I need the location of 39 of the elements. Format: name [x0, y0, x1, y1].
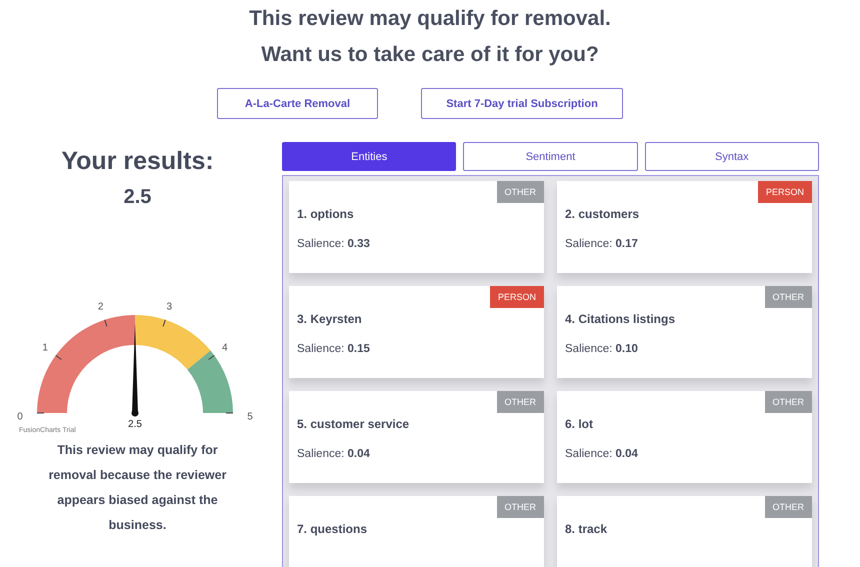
entity-type-tag: OTHER [496, 181, 544, 203]
heading-text: Want us to take care of it for you? [260, 42, 600, 68]
heading-text: This review may qualify for removal. [248, 6, 612, 32]
gauge-value: 2.5 [128, 419, 142, 430]
action-button[interactable]: Start 7-Day trial Subscription [421, 88, 623, 119]
gauge-tick-label: 0 [17, 412, 23, 422]
entity-name: 7. questions [297, 522, 368, 536]
verdict-text: This review may qualify for removal because the reviewer appears biased against the business. [48, 442, 228, 534]
entity-name: 8. track [565, 522, 608, 536]
entity-type-tag: PERSON [758, 181, 812, 203]
salience-text: Salience: 0.33 [297, 238, 370, 250]
tab[interactable]: Entities [282, 142, 456, 171]
entity-name: 6. lot [565, 417, 594, 431]
entity-name: 2. customers [565, 207, 640, 221]
salience-text: Salience: 0.04 [565, 448, 638, 460]
salience-text: Salience: 0.17 [565, 238, 638, 250]
entity-type-tag: OTHER [496, 496, 544, 518]
gauge-tick-label: 5 [247, 412, 253, 422]
entity-type-tag: OTHER [764, 391, 812, 413]
gauge-tick-label: 2 [98, 302, 104, 313]
gauge-tick-label: 4 [222, 342, 228, 354]
entity-name: 4. Citations listings [565, 312, 676, 326]
entity-name: 1. options [297, 207, 355, 221]
entity-type-tag: OTHER [496, 391, 544, 413]
salience-text: Salience: 0.15 [297, 343, 370, 355]
entity-name: 3. Keyrsten [297, 312, 363, 326]
tab[interactable]: Sentiment [463, 142, 638, 171]
results-score: 2.5 [124, 186, 152, 209]
gauge-tick-label: 1 [42, 342, 48, 354]
gauge-tick-label: 3 [166, 302, 172, 313]
entity-type-tag: OTHER [764, 286, 812, 308]
salience-text: Salience: 0.10 [565, 343, 638, 355]
results-title: Your results: [61, 147, 214, 176]
entity-type-tag: OTHER [764, 496, 812, 518]
action-button[interactable]: A-La-Carte Removal [217, 88, 378, 119]
salience-text: Salience: 0.04 [297, 448, 370, 460]
entity-type-tag: PERSON [490, 286, 544, 308]
tab[interactable]: Syntax [644, 142, 819, 171]
entity-name: 5. customer service [297, 417, 410, 431]
